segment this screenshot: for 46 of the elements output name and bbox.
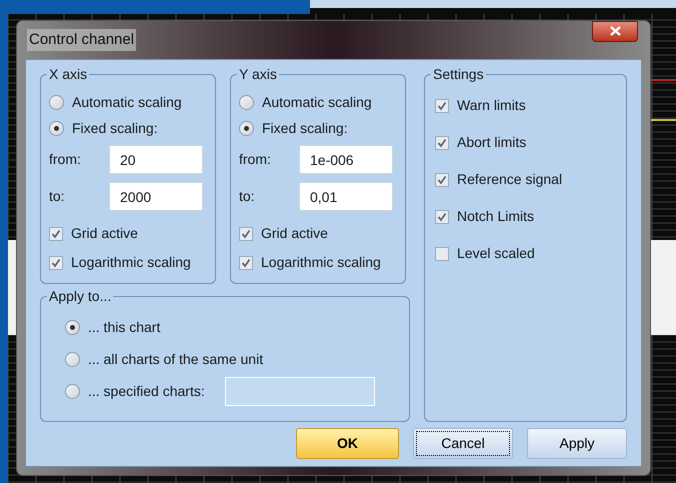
radio-button[interactable] [65, 384, 80, 398]
checkbox-label: Logarithmic scaling [71, 253, 191, 272]
checkbox-label: Level scaled [457, 244, 535, 263]
field-label: to: [239, 187, 256, 206]
field-label: from: [239, 150, 272, 169]
radio-button[interactable] [49, 120, 64, 136]
checkbox-label: Abort limits [457, 133, 526, 152]
checkbox[interactable] [435, 172, 449, 186]
dialog-button[interactable]: Apply [527, 428, 627, 459]
radio-button[interactable] [239, 94, 254, 110]
checkbox[interactable] [435, 210, 449, 224]
checkbox-label: Grid active [71, 224, 138, 243]
field-label: from: [49, 150, 82, 169]
radio-button[interactable] [49, 94, 64, 110]
checkbox[interactable] [49, 256, 63, 270]
radio-button[interactable] [239, 120, 254, 136]
close-button[interactable] [592, 20, 638, 42]
checkbox-label: Notch Limits [457, 207, 534, 226]
checkbox-label: Warn limits [457, 96, 526, 115]
radio-label: Automatic scaling [262, 92, 372, 112]
checkbox-label: Reference signal [457, 170, 562, 189]
radio-label: ... all charts of the same unit [88, 350, 264, 368]
window-title: Control channel [27, 28, 136, 52]
checkbox[interactable] [239, 226, 253, 240]
checkbox[interactable] [435, 246, 449, 260]
checkbox[interactable] [239, 256, 253, 270]
close-icon [610, 26, 620, 36]
checkbox[interactable] [49, 226, 63, 240]
radio-label: Fixed scaling: [72, 118, 158, 138]
dialog-button[interactable]: OK [296, 428, 399, 459]
radio-label: Fixed scaling: [262, 118, 348, 138]
radio-button[interactable] [65, 320, 80, 334]
field-label: to: [49, 187, 66, 206]
radio-label: Automatic scaling [72, 92, 182, 112]
radio-button[interactable] [65, 352, 80, 366]
radio-label: ... this chart [88, 318, 160, 336]
input-field[interactable]: 0,01 [299, 182, 393, 211]
checkbox[interactable] [435, 98, 449, 112]
input-field[interactable]: 20 [109, 145, 203, 174]
radio-label: ... specified charts: [88, 382, 205, 401]
checkbox[interactable] [435, 136, 449, 150]
checkbox-label: Grid active [261, 224, 328, 243]
input-field[interactable]: 2000 [109, 182, 203, 211]
dialog-button[interactable]: Cancel [413, 428, 513, 459]
input-field[interactable]: 1e-006 [299, 145, 393, 174]
checkbox-label: Logarithmic scaling [261, 253, 381, 272]
